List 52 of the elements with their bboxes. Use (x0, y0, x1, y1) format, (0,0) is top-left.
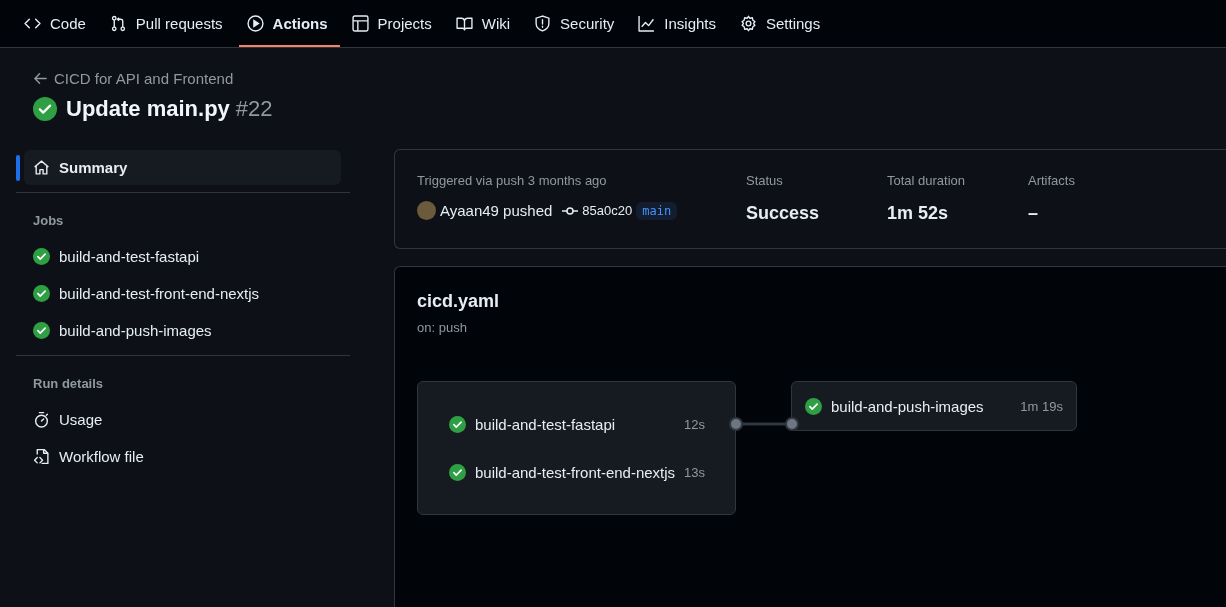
shield-icon (534, 15, 552, 32)
active-indicator (16, 155, 20, 181)
stat-label: Status (746, 173, 784, 188)
job-link[interactable]: build-and-push-images (24, 313, 341, 348)
workflow-trigger: on: push (417, 320, 468, 335)
nav-tab[interactable]: Actions (238, 0, 340, 47)
job-node[interactable]: build-and-push-images 1m 19s (805, 382, 1063, 430)
job-duration: 12s (684, 416, 705, 432)
graph-icon (638, 15, 656, 32)
branch-label[interactable]: main (636, 201, 678, 220)
commit-link[interactable]: 85a0c20 (582, 203, 633, 218)
play-icon (246, 15, 264, 32)
gear-icon (740, 15, 757, 32)
job-node[interactable]: build-and-test-front-end-nextjs 13s (449, 448, 705, 496)
details-link[interactable]: Usage (24, 402, 341, 437)
run-number: #22 (235, 96, 273, 122)
run-title: Update main.py (66, 96, 230, 122)
nav-tab[interactable]: Security (526, 0, 627, 47)
job-duration: 1m 19s (1020, 398, 1063, 414)
job-name: build-and-push-images (831, 397, 985, 415)
nav-tab[interactable]: Code (16, 0, 98, 47)
nav-tab[interactable]: Settings (732, 0, 833, 47)
trigger-text: Triggered via push 3 months ago (417, 173, 608, 188)
stat-label: Artifacts (1028, 173, 1076, 188)
pull-request-icon (109, 15, 127, 32)
stat-value: Success (746, 203, 821, 224)
job-name: build-and-test-front-end-nextjs (475, 463, 677, 481)
job-node[interactable]: build-and-test-fastapi 12s (449, 400, 705, 448)
avatar-icon (417, 201, 436, 220)
job-duration: 13s (684, 464, 705, 480)
back-link[interactable]: CICD for API and Frontend (33, 70, 1193, 87)
workflow-file-name: cicd.yaml (417, 291, 501, 312)
actor-text: Ayaan49 pushed (440, 202, 553, 219)
job-link[interactable]: build-and-test-fastapi (24, 239, 341, 274)
run-details-heading: Run details (32, 375, 105, 393)
home-icon (33, 159, 50, 176)
stat-label: Total duration (887, 173, 967, 188)
nav-tab[interactable]: Insights (630, 0, 728, 47)
file-code-icon (33, 448, 50, 465)
job-name: build-and-test-fastapi (475, 415, 617, 433)
table-icon (351, 15, 369, 32)
stopwatch-icon (33, 411, 50, 428)
nav-tab[interactable]: Pull requests (101, 0, 235, 47)
book-icon (455, 15, 473, 32)
details-link[interactable]: Workflow file (24, 439, 341, 474)
nav-tab[interactable]: Projects (343, 0, 444, 47)
stat-value: – (1028, 203, 1039, 224)
stat-value: 1m 52s (887, 203, 950, 224)
arrow-left-icon (33, 71, 48, 86)
jobs-heading: Jobs (32, 212, 65, 230)
nav-tab[interactable]: Wiki (447, 0, 523, 47)
job-link[interactable]: build-and-test-front-end-nextjs (24, 276, 341, 311)
